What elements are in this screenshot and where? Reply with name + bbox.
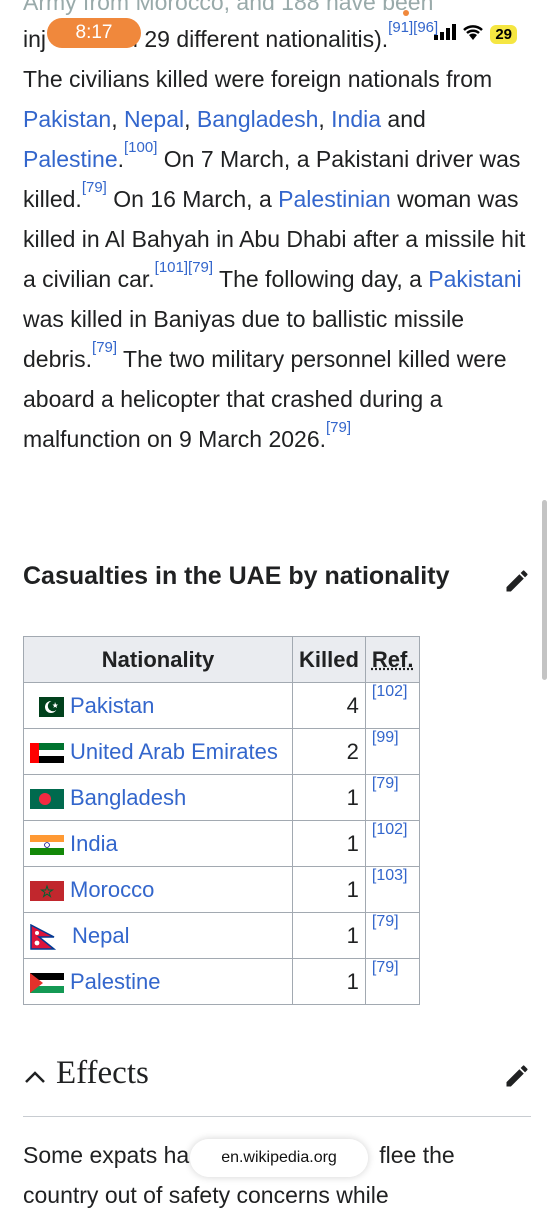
nationality-cell: India xyxy=(23,820,293,867)
nationality-link[interactable]: Pakistan xyxy=(70,693,154,718)
citation-link[interactable]: [101][79] xyxy=(155,259,213,276)
link-india[interactable]: India xyxy=(331,106,381,132)
table-row: Nepal 1 [79] xyxy=(23,912,421,959)
effects-section-header[interactable]: Effects xyxy=(23,1055,531,1105)
link-palestinian[interactable]: Palestinian xyxy=(278,186,391,212)
nationality-link[interactable]: Nepal xyxy=(72,923,129,948)
nationality-cell: Nepal xyxy=(23,912,293,959)
wifi-icon xyxy=(462,24,484,45)
bangladesh-flag-icon xyxy=(30,788,64,809)
ref-cell[interactable]: [79] xyxy=(364,958,421,1005)
table-row: Bangladesh 1 [79] xyxy=(23,774,421,821)
link-palestine[interactable]: Palestine xyxy=(23,146,118,172)
column-header-killed[interactable]: Killed xyxy=(292,636,366,683)
link-pakistan[interactable]: Pakistan xyxy=(23,106,111,132)
table-row: India 1 [102] xyxy=(23,820,421,867)
ref-cell[interactable]: [103] xyxy=(364,866,421,913)
scrollbar-thumb[interactable] xyxy=(542,500,547,680)
nationality-cell: Bangladesh xyxy=(23,774,293,821)
citation-link[interactable]: [79] xyxy=(92,339,117,356)
morocco-flag-icon xyxy=(30,880,64,901)
table-row: Palestine 1 [79] xyxy=(23,958,421,1005)
killed-cell: 2 xyxy=(292,728,366,775)
signal-icon xyxy=(434,24,457,45)
column-header-nationality[interactable]: Nationality xyxy=(23,636,293,683)
nationality-cell: Palestine xyxy=(23,958,293,1005)
pakistan-flag-icon xyxy=(30,696,64,717)
nationality-link[interactable]: Morocco xyxy=(70,877,154,902)
link-nepal[interactable]: Nepal xyxy=(124,106,184,132)
citation-link[interactable]: [100] xyxy=(124,139,157,156)
link-pakistani[interactable]: Pakistani xyxy=(428,266,521,292)
section-divider xyxy=(23,1116,531,1117)
battery-indicator: 29 xyxy=(490,25,517,44)
nationality-link[interactable]: Palestine xyxy=(70,969,161,994)
citation-link[interactable]: [91][96] xyxy=(388,19,438,36)
table-header-row: Nationality Killed Ref. xyxy=(23,636,421,683)
status-icons: 29 xyxy=(434,24,517,45)
citation-link[interactable]: [79] xyxy=(326,419,351,436)
status-time[interactable]: 8:17 xyxy=(47,18,141,48)
table-row: Morocco 1 [103] xyxy=(23,866,421,913)
chevron-up-icon[interactable] xyxy=(23,1065,47,1094)
section-title-effects: Effects xyxy=(56,1055,149,1091)
citation-link[interactable]: [79] xyxy=(82,179,107,196)
nationality-cell: United Arab Emirates xyxy=(23,728,293,775)
ref-cell[interactable]: [79] xyxy=(364,774,421,821)
ref-cell[interactable]: [102] xyxy=(364,682,421,729)
killed-cell: 1 xyxy=(292,912,366,959)
killed-cell: 1 xyxy=(292,958,366,1005)
nationality-cell: Pakistan xyxy=(23,682,293,729)
killed-cell: 1 xyxy=(292,866,366,913)
section-heading: Casualties in the UAE by nationality xyxy=(23,562,450,590)
nationality-link[interactable]: United Arab Emirates xyxy=(70,739,278,764)
article-paragraph: The civilians killed were foreign nation… xyxy=(23,66,526,452)
killed-cell: 1 xyxy=(292,820,366,867)
nationality-cell: Morocco xyxy=(23,866,293,913)
nepal-flag-icon xyxy=(30,923,58,950)
nationality-link[interactable]: India xyxy=(70,831,118,856)
casualties-table: Nationality Killed Ref. Pakistan 4 [102]… xyxy=(23,636,421,1005)
column-header-ref[interactable]: Ref. xyxy=(364,636,421,683)
link-bangladesh[interactable]: Bangladesh xyxy=(197,106,319,132)
url-bar[interactable]: en.wikipedia.org xyxy=(190,1139,368,1177)
table-row: Pakistan 4 [102] xyxy=(23,682,421,729)
ref-cell[interactable]: [99] xyxy=(364,728,421,775)
palestine-flag-icon xyxy=(30,972,64,993)
edit-pencil-icon[interactable] xyxy=(503,567,531,595)
killed-cell: 1 xyxy=(292,774,366,821)
uae-flag-icon xyxy=(30,742,64,763)
edit-pencil-icon[interactable] xyxy=(503,1062,531,1090)
india-flag-icon xyxy=(30,834,64,855)
ref-cell[interactable]: [102] xyxy=(364,820,421,867)
privacy-indicator-dot xyxy=(403,10,409,16)
table-row: United Arab Emirates 2 [99] xyxy=(23,728,421,775)
nationality-link[interactable]: Bangladesh xyxy=(70,785,186,810)
ref-cell[interactable]: [79] xyxy=(364,912,421,959)
killed-cell: 4 xyxy=(292,682,366,729)
